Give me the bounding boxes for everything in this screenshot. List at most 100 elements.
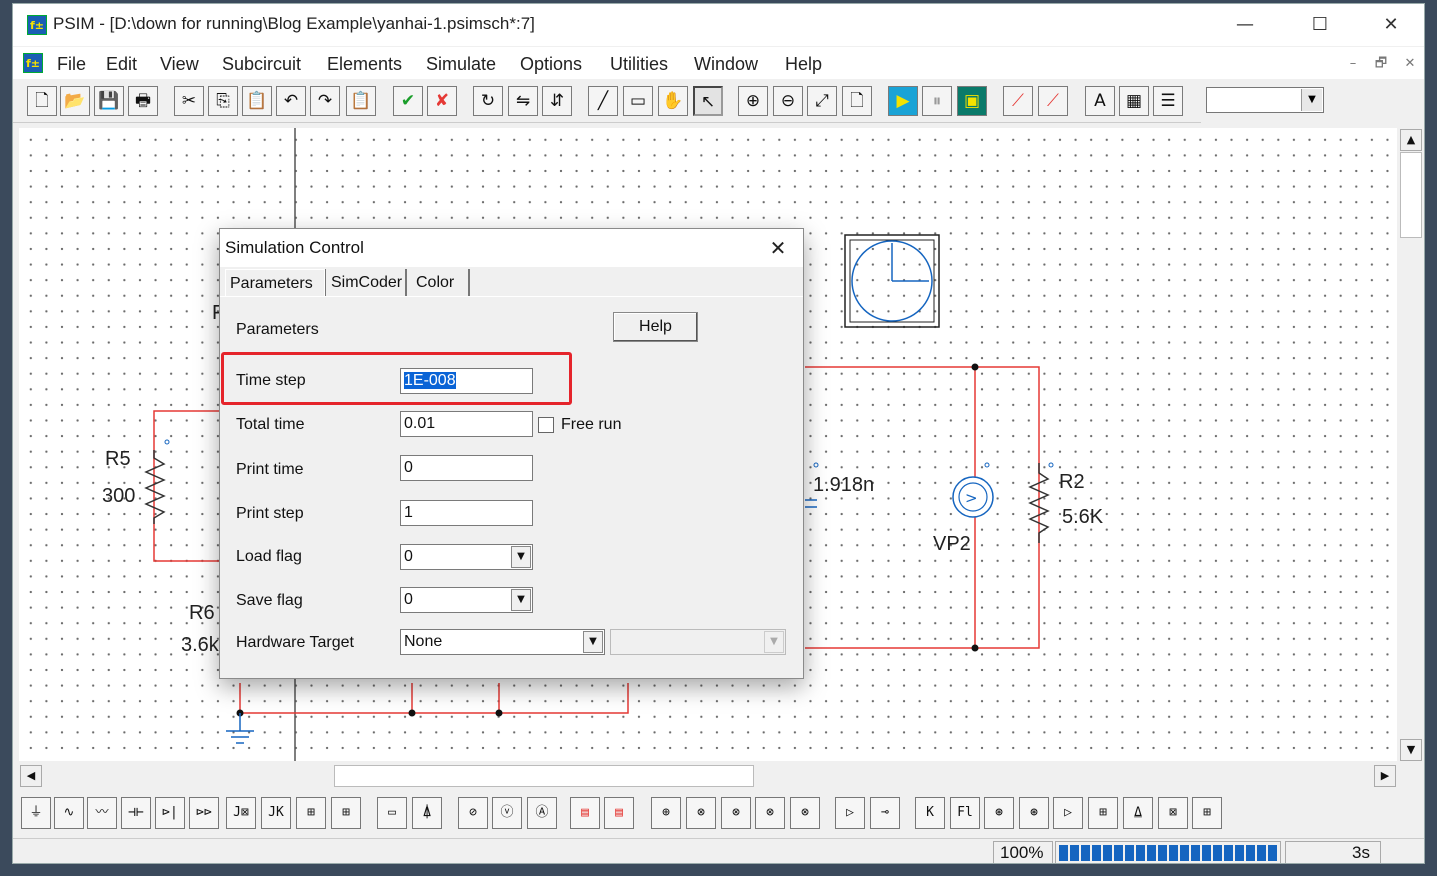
mdi-restore-button[interactable]: 🗗 xyxy=(1369,54,1393,74)
hardware-target-select[interactable]: None ▼ xyxy=(400,629,605,655)
voltmeter-icon[interactable]: ⓥ xyxy=(492,797,522,829)
probe-pin-icon[interactable]: ⊸ xyxy=(870,797,900,829)
divider-icon[interactable]: ⊞ xyxy=(1192,797,1222,829)
chevron-down-icon[interactable]: ▼ xyxy=(583,631,603,653)
redo-icon[interactable]: ↷ xyxy=(310,86,340,116)
voltage-probe-icon[interactable]: ⊘ xyxy=(458,797,488,829)
menu-file[interactable]: File xyxy=(57,54,86,75)
probe-icon[interactable]: ⟋ xyxy=(1003,86,1033,116)
source4-icon[interactable]: ⊗ xyxy=(755,797,785,829)
element-browser-icon[interactable]: ☰ xyxy=(1153,86,1183,116)
print-time-input[interactable]: 0 xyxy=(400,455,533,481)
meter-icon[interactable]: ▭ xyxy=(377,797,407,829)
element-list-icon[interactable]: ▦ xyxy=(1119,86,1149,116)
select-arrow-icon[interactable]: ↖ xyxy=(693,86,723,116)
tab-color[interactable]: Color xyxy=(412,269,470,297)
close-button[interactable]: ✕ xyxy=(1371,12,1411,38)
menu-edit[interactable]: Edit xyxy=(106,54,137,75)
zoom-in-icon[interactable]: ⊕ xyxy=(738,86,768,116)
total-time-input[interactable]: 0.01 xyxy=(400,411,533,437)
scroll-left-icon[interactable]: ◀ xyxy=(20,765,42,787)
sum-block-icon[interactable]: ⊞ xyxy=(1088,797,1118,829)
menu-subcircuit[interactable]: Subcircuit xyxy=(222,54,301,75)
run-simulation-icon[interactable]: ▶ xyxy=(888,86,918,116)
clipboard-icon[interactable]: 📋 xyxy=(346,86,376,116)
vertical-scroll-thumb[interactable] xyxy=(1400,152,1422,238)
diode2-icon[interactable]: ⊳⊳ xyxy=(189,797,219,829)
switch-block-icon[interactable]: ⊞ xyxy=(296,797,326,829)
switch-block2-icon[interactable]: ⊞ xyxy=(331,797,361,829)
vertical-scrollbar[interactable]: ▲ ▼ xyxy=(1399,128,1423,761)
simview-icon[interactable]: ▣ xyxy=(957,86,987,116)
time-step-input[interactable]: 1E-008 xyxy=(400,368,533,394)
flip-tb-icon[interactable]: ⇵ xyxy=(542,86,572,116)
text-icon[interactable]: A xyxy=(1085,86,1115,116)
chevron-down-icon[interactable]: ▼ xyxy=(511,589,531,611)
minimize-button[interactable]: — xyxy=(1225,12,1265,38)
menu-elements[interactable]: Elements xyxy=(327,54,402,75)
probe-diff-icon[interactable]: ⟋ xyxy=(1038,86,1068,116)
horizontal-scrollbar[interactable]: ◀ ▶ xyxy=(19,764,1397,788)
open-icon[interactable]: 📂 xyxy=(60,86,90,116)
scope-icon[interactable]: ▤ xyxy=(570,797,600,829)
menu-help[interactable]: Help xyxy=(785,54,822,75)
check-icon[interactable]: ✔ xyxy=(393,86,423,116)
tab-simcoder[interactable]: SimCoder xyxy=(327,269,407,297)
gain-icon[interactable]: ⊛ xyxy=(984,797,1014,829)
print-icon[interactable]: 🖶 xyxy=(128,86,158,116)
menu-options[interactable]: Options xyxy=(520,54,582,75)
source5-icon[interactable]: ⊗ xyxy=(790,797,820,829)
zoom-out-icon[interactable]: ⊖ xyxy=(773,86,803,116)
dialog-close-button[interactable]: ✕ xyxy=(763,234,793,262)
horizontal-scroll-thumb[interactable] xyxy=(334,765,754,787)
thyristor-icon[interactable]: J⊠ xyxy=(226,797,256,829)
multiplier-icon[interactable]: ⊠ xyxy=(1158,797,1188,829)
mdi-close-button[interactable]: ✕ xyxy=(1398,54,1422,74)
zoom-fit-icon[interactable]: ⤢ xyxy=(807,86,837,116)
k-block-icon[interactable]: K xyxy=(915,797,945,829)
scroll-down-icon[interactable]: ▼ xyxy=(1400,739,1422,761)
pan-hand-icon[interactable]: ✋ xyxy=(658,86,688,116)
help-button[interactable]: Help xyxy=(613,312,698,342)
toolbar-combo[interactable]: ▼ xyxy=(1206,87,1324,113)
copy-icon[interactable]: ⎘ xyxy=(208,86,238,116)
print-step-input[interactable]: 1 xyxy=(400,500,533,526)
resistor-icon[interactable]: ⏚ xyxy=(21,797,51,829)
rl-icon[interactable]: ∿ xyxy=(54,797,84,829)
free-run-checkbox[interactable] xyxy=(538,417,554,433)
pause-icon[interactable]: ⏸ xyxy=(922,86,952,116)
ground2-icon[interactable]: ⍙ xyxy=(1123,797,1153,829)
op-amp-icon[interactable]: ▷ xyxy=(1053,797,1083,829)
scroll-up-icon[interactable]: ▲ xyxy=(1400,129,1422,151)
cross-icon[interactable]: ✘ xyxy=(427,86,457,116)
diode-icon[interactable]: ⊳| xyxy=(155,797,185,829)
capacitor-icon[interactable]: ⊣⊢ xyxy=(121,797,151,829)
cut-icon[interactable]: ✂ xyxy=(174,86,204,116)
menu-window[interactable]: Window xyxy=(694,54,758,75)
jk-ff-icon[interactable]: JK xyxy=(261,797,291,829)
chevron-down-icon[interactable]: ▼ xyxy=(511,546,531,568)
new-icon[interactable]: 🗋 xyxy=(27,86,57,116)
ammeter-icon[interactable]: Ⓐ xyxy=(527,797,557,829)
tab-parameters[interactable]: Parameters xyxy=(225,269,325,297)
menu-view[interactable]: View xyxy=(160,54,199,75)
rotate-icon[interactable]: ↻ xyxy=(473,86,503,116)
ground-arrow-icon[interactable]: ⍋ xyxy=(412,797,442,829)
save-flag-select[interactable]: 0 ▼ xyxy=(400,587,533,613)
scope2-icon[interactable]: ▤ xyxy=(604,797,634,829)
document-icon[interactable]: f± xyxy=(23,53,43,73)
mdi-minimize-button[interactable]: – xyxy=(1341,54,1365,74)
save-icon[interactable]: 💾 xyxy=(94,86,124,116)
source2-icon[interactable]: ⊗ xyxy=(686,797,716,829)
page-icon[interactable]: 🗋 xyxy=(842,86,872,116)
paste-icon[interactable]: 📋 xyxy=(242,86,272,116)
load-flag-select[interactable]: 0 ▼ xyxy=(400,544,533,570)
maximize-button[interactable]: ☐ xyxy=(1300,12,1340,38)
source1-icon[interactable]: ⊕ xyxy=(651,797,681,829)
wire-icon[interactable]: ╱ xyxy=(588,86,618,116)
undo-icon[interactable]: ↶ xyxy=(276,86,306,116)
menu-simulate[interactable]: Simulate xyxy=(426,54,496,75)
gain2-icon[interactable]: ⊛ xyxy=(1019,797,1049,829)
scroll-right-icon[interactable]: ▶ xyxy=(1374,765,1396,787)
menu-utilities[interactable]: Utilities xyxy=(610,54,668,75)
